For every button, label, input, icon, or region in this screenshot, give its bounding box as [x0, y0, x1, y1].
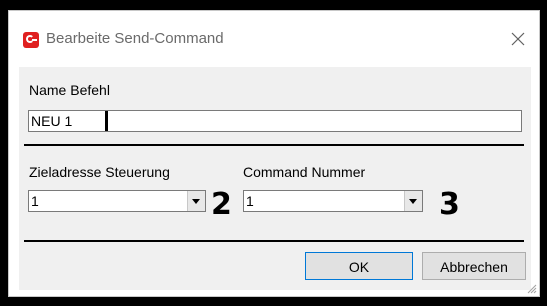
text-cursor-marker [105, 111, 108, 131]
annotation-marker-2: 2 [211, 187, 232, 222]
app-logo-icon [23, 32, 39, 48]
name-label: Name Befehl [29, 82, 110, 98]
close-icon [511, 32, 525, 46]
window-title: Bearbeite Send-Command [46, 30, 224, 47]
command-number-value: 1 [246, 193, 254, 209]
dialog-content: Name Befehl Zieladresse Steuerung 1 2 Co… [19, 67, 531, 290]
target-address-value: 1 [31, 193, 39, 209]
name-input[interactable] [28, 110, 522, 132]
ok-button[interactable]: OK [305, 252, 413, 280]
close-button[interactable] [507, 28, 529, 50]
divider-bottom [24, 240, 524, 242]
chevron-down-icon[interactable] [187, 191, 205, 211]
target-address-select[interactable]: 1 [28, 190, 206, 212]
chevron-down-icon[interactable] [404, 191, 422, 211]
annotation-marker-3: 3 [439, 187, 460, 222]
dialog-window: Bearbeite Send-Command Name Befehl Ziela… [8, 10, 540, 297]
command-number-select[interactable]: 1 [243, 190, 423, 212]
resize-grip-icon[interactable] [525, 282, 537, 294]
command-number-label: Command Nummer [243, 164, 366, 180]
target-address-label: Zieladresse Steuerung [29, 164, 170, 180]
title-bar[interactable]: Bearbeite Send-Command [9, 11, 539, 67]
divider-top [24, 144, 524, 146]
cancel-button[interactable]: Abbrechen [422, 252, 526, 280]
